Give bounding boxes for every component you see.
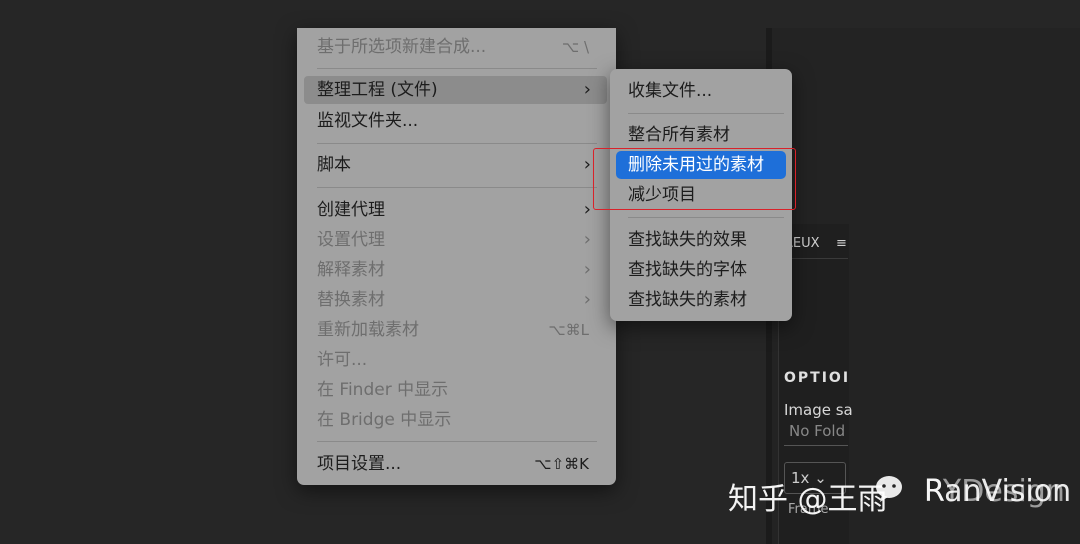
menu-item-project-settings[interactable]: 项目设置... ⌥⇧⌘K	[304, 450, 607, 478]
menu-item-reveal-in-finder[interactable]: 在 Finder 中显示	[304, 376, 607, 404]
submenu-separator	[628, 113, 784, 114]
chevron-right-icon: ›	[583, 154, 591, 175]
submenu-item-label: 查找缺失的效果	[628, 230, 747, 250]
chevron-right-icon: ›	[583, 199, 591, 220]
menu-item-label: 设置代理	[317, 230, 385, 250]
menu-item-label: 脚本	[317, 155, 351, 175]
menu-item-label: 创建代理	[317, 200, 385, 220]
image-save-label: Image sa	[784, 401, 853, 419]
menu-item-shortcut: ⌥ \	[561, 38, 589, 56]
menu-item-label: 基于所选项新建合成...	[317, 37, 487, 57]
menu-separator	[317, 143, 597, 144]
menu-item-watch-folder[interactable]: 监视文件夹...	[304, 107, 607, 135]
submenu-item-label: 查找缺失的字体	[628, 260, 747, 280]
hamburger-icon[interactable]: ≡	[836, 236, 847, 251]
submenu-item-find-missing-effects[interactable]: 查找缺失的效果	[616, 226, 786, 254]
menu-item-scripts[interactable]: 脚本 ›	[304, 151, 607, 179]
menu-item-label: 监视文件夹...	[317, 111, 419, 131]
aeux-divider	[784, 258, 848, 259]
menu-item-label: 整理工程 (文件)	[317, 80, 438, 100]
menu-item-new-comp-from-selection[interactable]: 基于所选项新建合成... ⌥ \	[304, 33, 607, 61]
submenu-item-find-missing-fonts[interactable]: 查找缺失的字体	[616, 256, 786, 284]
menu-item-label: 项目设置...	[317, 454, 402, 474]
menu-separator	[317, 441, 597, 442]
submenu-item-label: 收集文件...	[628, 81, 713, 101]
menu-item-license[interactable]: 许可...	[304, 346, 607, 374]
submenu-separator	[628, 217, 784, 218]
highlight-annotation-box	[593, 148, 796, 210]
menu-item-shortcut: ⌥⇧⌘K	[534, 455, 589, 473]
submenu-item-collect-files[interactable]: 收集文件...	[616, 77, 786, 105]
chevron-right-icon: ›	[583, 79, 591, 100]
menu-item-label: 替换素材	[317, 290, 385, 310]
submenu-item-find-missing-footage[interactable]: 查找缺失的素材	[616, 286, 786, 314]
submenu-item-consolidate-footage[interactable]: 整合所有素材	[616, 121, 786, 149]
chevron-right-icon: ›	[583, 289, 591, 310]
watermark-text: 知乎 @王雨	[728, 482, 888, 517]
menu-item-label: 解释素材	[317, 260, 385, 280]
menu-item-replace-footage[interactable]: 替换素材 ›	[304, 286, 607, 314]
wechat-bubble-icon	[876, 476, 902, 502]
menu-separator	[317, 187, 597, 188]
submenu-item-label: 查找缺失的素材	[628, 290, 747, 310]
menu-item-dependencies[interactable]: 整理工程 (文件) ›	[304, 76, 607, 104]
menu-item-label: 重新加载素材	[317, 320, 419, 340]
menu-item-interpret-footage[interactable]: 解释素材 ›	[304, 256, 607, 284]
menu-item-set-proxy[interactable]: 设置代理 ›	[304, 226, 607, 254]
menu-item-reveal-in-bridge[interactable]: 在 Bridge 中显示	[304, 406, 607, 434]
menu-item-shortcut: ⌥⌘L	[548, 321, 589, 339]
menu-item-label: 在 Bridge 中显示	[317, 410, 452, 430]
chevron-right-icon: ›	[583, 259, 591, 280]
menu-item-label: 许可...	[317, 350, 368, 370]
file-menu: 基于所选项新建合成... ⌥ \ 整理工程 (文件) › 监视文件夹... 脚本…	[297, 28, 616, 485]
menu-item-reload-footage[interactable]: 重新加载素材 ⌥⌘L	[304, 316, 607, 344]
watermark-brand-secondary: RanVision	[924, 474, 1072, 509]
submenu-item-label: 整合所有素材	[628, 125, 730, 145]
folder-field[interactable]: No Fold	[784, 422, 848, 446]
menu-item-label: 在 Finder 中显示	[317, 380, 449, 400]
menu-item-create-proxy[interactable]: 创建代理 ›	[304, 196, 607, 224]
options-title: OPTIOI	[784, 370, 851, 386]
chevron-right-icon: ›	[583, 229, 591, 250]
menu-separator	[317, 68, 597, 69]
